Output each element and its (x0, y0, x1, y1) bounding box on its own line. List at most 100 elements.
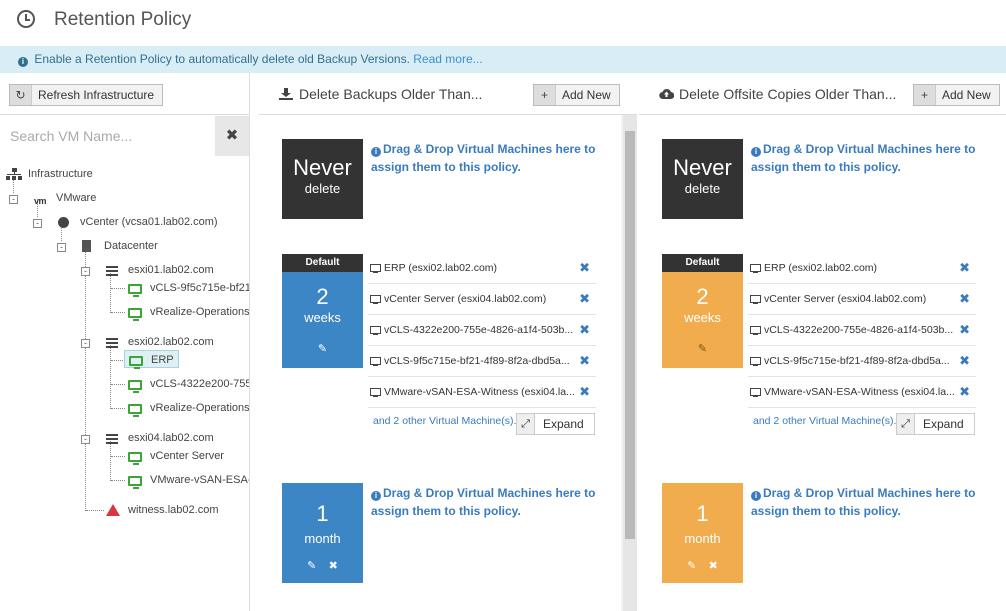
expand-button[interactable]: ⤢ Expand (516, 413, 595, 435)
tree-node-witness[interactable]: witness.lab02.com (106, 501, 219, 519)
tree-node-host[interactable]: esxi01.lab02.com (106, 261, 214, 279)
edit-policy-button[interactable]: ✎ (282, 342, 363, 355)
remove-vm-button[interactable]: ✖ (959, 315, 970, 345)
assigned-vm-row: vCLS-9f5c715e-bf21-4f89-8f2a-dbd5a... ✖ (748, 346, 976, 377)
policy-tile-1-month[interactable]: 1 month ✎ ✖ (662, 483, 743, 583)
remove-vm-button[interactable]: ✖ (579, 377, 590, 407)
policy-list: Never delete i Drag & Drop Virtual Machin… (639, 115, 1006, 611)
refresh-icon: ↻ (10, 85, 32, 105)
tree-node-vm-selected[interactable]: ERP (124, 350, 179, 369)
policy-tile-1-month[interactable]: 1 month ✎ ✖ (282, 483, 363, 583)
more-vms-link[interactable]: and 2 other Virtual Machine(s)... (753, 415, 902, 427)
computer-icon (370, 326, 381, 335)
computer-icon (370, 295, 381, 304)
delete-policy-button[interactable]: ✖ (709, 560, 718, 572)
collapse-toggle[interactable]: - (81, 435, 90, 444)
assigned-vm-row: vCenter Server (esxi04.lab02.com) ✖ (748, 284, 976, 315)
policy-tile-2-weeks[interactable]: 2 weeks ✎ (282, 272, 363, 368)
tree-node-vcenter[interactable]: vCenter (vcsa01.lab02.com) (58, 213, 218, 231)
collapse-toggle[interactable]: - (81, 339, 90, 348)
expand-arrows-icon: ⤢ (897, 414, 915, 434)
download-icon (279, 87, 293, 100)
tree-node-vm[interactable]: vRealize-Operations (128, 399, 249, 417)
assigned-vm-row: ERP (esxi02.lab02.com) ✖ (748, 253, 976, 284)
computer-icon (750, 388, 761, 397)
remove-vm-button[interactable]: ✖ (959, 253, 970, 283)
add-new-button[interactable]: + Add New (913, 84, 1000, 106)
offsite-retention-column: Delete Offsite Copies Older Than... + Add… (639, 73, 1006, 611)
building-icon (82, 240, 91, 252)
tree-node-vmware[interactable]: vm VMware (34, 189, 96, 207)
refresh-bar: ↻ Refresh Infrastructure (0, 73, 249, 115)
info-banner: i Enable a Retention Policy to automatic… (0, 46, 1006, 73)
edit-policy-button[interactable]: ✎ (687, 560, 696, 572)
monitor-icon (128, 284, 142, 297)
tree-node-vm[interactable]: vRealize-Operations (128, 303, 249, 321)
collapse-toggle[interactable]: - (57, 243, 66, 252)
tree-node-vm[interactable]: vCLS-4322e200-755e (128, 375, 249, 393)
monitor-icon (128, 452, 142, 465)
computer-icon (750, 357, 761, 366)
never-delete-tile[interactable]: Never delete (282, 139, 363, 219)
tree-node-vm[interactable]: vCenter Server (128, 447, 224, 465)
add-new-button[interactable]: + Add New (533, 84, 620, 106)
remove-vm-button[interactable]: ✖ (579, 315, 590, 345)
tree-node-vm[interactable]: vCLS-9f5c715e-bf21- (128, 279, 249, 297)
drop-hint: i Drag & Drop Virtual Machines here to ass… (751, 486, 976, 518)
server-icon (106, 338, 118, 348)
tree-node-host[interactable]: esxi04.lab02.com (106, 429, 214, 447)
infrastructure-tree: Infrastructure - vm VMware - vCenter (vcs… (0, 161, 249, 611)
computer-icon (370, 388, 381, 397)
page-title: Retention Policy (54, 9, 192, 30)
expand-button[interactable]: ⤢ Expand (896, 413, 975, 435)
server-icon (106, 266, 118, 276)
computer-icon (750, 264, 761, 273)
more-vms-link[interactable]: and 2 other Virtual Machine(s)... (373, 415, 522, 427)
info-icon: i (751, 147, 761, 157)
remove-vm-button[interactable]: ✖ (579, 253, 590, 283)
remove-vm-button[interactable]: ✖ (579, 346, 590, 376)
drop-hint: i Drag & Drop Virtual Machines here to ass… (371, 486, 596, 518)
tree-node-vm[interactable]: VMware-vSAN-ESA-W (128, 471, 249, 489)
collapse-toggle[interactable]: - (81, 267, 90, 276)
assigned-vm-row: vCenter Server (esxi04.lab02.com) ✖ (368, 284, 596, 315)
scrollbar-thumb[interactable] (625, 131, 635, 539)
read-more-link[interactable]: Read more... (413, 52, 482, 66)
info-text: Enable a Retention Policy to automatical… (34, 52, 410, 66)
assigned-vm-row: vCLS-9f5c715e-bf21-4f89-8f2a-dbd5a... ✖ (368, 346, 596, 377)
monitor-icon (128, 308, 142, 321)
remove-vm-button[interactable]: ✖ (579, 284, 590, 314)
delete-policy-button[interactable]: ✖ (329, 560, 338, 572)
plus-icon: + (534, 85, 556, 105)
tree-node-datacenter[interactable]: Datacenter (82, 237, 158, 255)
remove-vm-button[interactable]: ✖ (959, 377, 970, 407)
search-vm-input[interactable] (0, 116, 215, 156)
assigned-vm-row: ERP (esxi02.lab02.com) ✖ (368, 253, 596, 284)
collapse-toggle[interactable]: - (9, 195, 18, 204)
tree-node-infrastructure[interactable]: Infrastructure (6, 165, 93, 183)
server-icon (106, 434, 118, 444)
scrollbar[interactable] (623, 115, 637, 611)
monitor-icon (129, 356, 143, 369)
drop-hint: i Drag & Drop Virtual Machines here to ass… (371, 142, 596, 174)
edit-policy-button[interactable]: ✎ (307, 560, 316, 572)
infrastructure-panel: ↻Refresh Infrastructure ✖ Infrastructure… (0, 73, 250, 611)
assigned-vm-row: VMware-vSAN-ESA-Witness (esxi04.la... ✖ (368, 377, 596, 408)
clear-search-button[interactable]: ✖ (215, 116, 249, 156)
tree-node-host[interactable]: esxi02.lab02.com (106, 333, 214, 351)
warning-icon (106, 504, 120, 516)
plus-icon: + (914, 85, 936, 105)
remove-vm-button[interactable]: ✖ (959, 284, 970, 314)
remove-vm-button[interactable]: ✖ (959, 346, 970, 376)
default-badge: Default (282, 254, 363, 272)
collapse-toggle[interactable]: - (33, 219, 42, 228)
clock-icon (17, 10, 35, 28)
page-header: Retention Policy (0, 0, 1006, 46)
assigned-vm-row: vCLS-4322e200-755e-4826-a1f4-503b... ✖ (368, 315, 596, 346)
never-delete-tile[interactable]: Never delete (662, 139, 743, 219)
globe-icon (58, 217, 69, 228)
refresh-infrastructure-button[interactable]: ↻ Refresh Infrastructure (9, 84, 164, 106)
edit-policy-button[interactable]: ✎ (662, 342, 743, 355)
policy-tile-2-weeks[interactable]: 2 weeks ✎ (662, 272, 743, 368)
computer-icon (370, 264, 381, 273)
